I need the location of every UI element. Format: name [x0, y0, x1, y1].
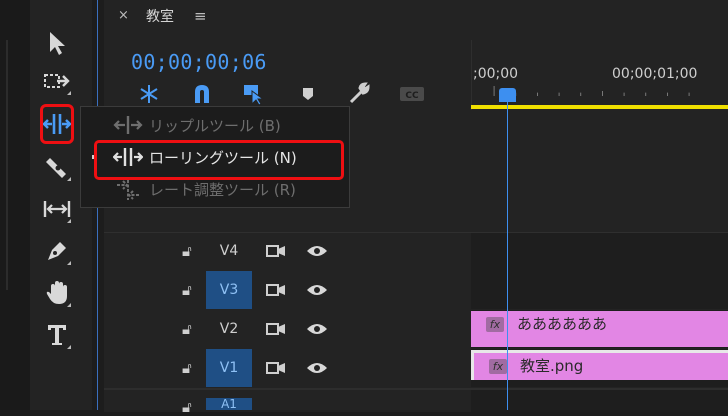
- rate-stretch-icon: [117, 180, 139, 200]
- sequence-tab-title[interactable]: 教室: [146, 6, 174, 26]
- track-header-v4: [104, 232, 471, 271]
- track-target-v4[interactable]: V4: [206, 232, 252, 270]
- sync-lock-icon[interactable]: [265, 243, 287, 259]
- track-target-v3[interactable]: V3: [206, 271, 252, 309]
- track-select-icon: [44, 74, 70, 88]
- eye-icon[interactable]: [306, 361, 328, 375]
- playhead-timecode[interactable]: 00;00;00;06: [131, 50, 267, 74]
- sync-lock-icon[interactable]: [265, 321, 287, 337]
- tool-group-indicator: [67, 177, 71, 181]
- tool-group-indicator: [67, 303, 71, 307]
- track-lane-v3[interactable]: [471, 271, 728, 309]
- captions-button[interactable]: CC: [399, 82, 425, 106]
- linked-selection-button[interactable]: [242, 82, 266, 106]
- lock-icon[interactable]: 🔓︎: [182, 320, 192, 338]
- arrow-icon: [50, 32, 65, 55]
- cc-icon: CC: [400, 87, 424, 101]
- eye-icon[interactable]: [306, 322, 328, 336]
- tool-group-indicator: [67, 91, 71, 95]
- sync-lock-icon[interactable]: [265, 282, 287, 298]
- tool-group-indicator: [67, 345, 71, 349]
- ripple-edit-icon: [113, 116, 143, 134]
- wrench-icon: [349, 82, 370, 104]
- clip-v2[interactable]: fx ああああああ: [471, 311, 728, 347]
- pen-tool[interactable]: [40, 234, 74, 268]
- menu-item-label: リップルツール (B): [149, 116, 281, 135]
- fx-badge: fx: [486, 317, 504, 332]
- linked-selection-icon: [244, 85, 265, 105]
- timeline-settings-button[interactable]: [346, 82, 372, 106]
- lock-icon[interactable]: 🔓︎: [182, 359, 192, 377]
- track-lane-a1[interactable]: [471, 388, 728, 412]
- track-target-v2[interactable]: V2: [206, 310, 252, 348]
- slip-icon: [43, 201, 71, 217]
- clip-name: ああああああ: [517, 315, 608, 333]
- track-lane-v4[interactable]: [471, 232, 728, 271]
- work-area-bar[interactable]: [471, 105, 728, 109]
- hand-icon: [46, 281, 67, 304]
- slip-tool[interactable]: [40, 192, 74, 226]
- clip-name: 教室.png: [520, 357, 584, 375]
- type-icon: [48, 325, 66, 345]
- ruler-label: ;00;00: [473, 66, 519, 82]
- annotation-highlight-menu-item: [94, 140, 344, 180]
- track-target-a1[interactable]: A1: [206, 398, 252, 410]
- menu-item-label: レート調整ツール (R): [149, 180, 296, 199]
- track-header-v1: [104, 349, 471, 387]
- lock-icon[interactable]: 🔓︎: [182, 242, 192, 260]
- svg-text:CC: CC: [405, 91, 419, 101]
- eye-icon[interactable]: [306, 283, 328, 297]
- left-scrollbar[interactable]: [6, 40, 8, 290]
- clip-v1[interactable]: fx 教室.png: [471, 350, 728, 380]
- add-marker-button[interactable]: [300, 82, 316, 106]
- nest-icon: [140, 85, 158, 103]
- lock-icon[interactable]: 🔓︎: [182, 398, 192, 416]
- menu-item-ripple-tool[interactable]: リップルツール (B): [81, 109, 349, 141]
- annotation-highlight-tool: [40, 104, 74, 144]
- snap-button[interactable]: [191, 82, 213, 106]
- sync-lock-icon[interactable]: [265, 360, 287, 376]
- track-select-tool[interactable]: [40, 64, 74, 98]
- track-header-a1: [104, 388, 471, 412]
- ruler-label: 00;00;01;00: [612, 66, 698, 82]
- tool-group-indicator: [67, 261, 71, 265]
- fx-badge: fx: [489, 359, 507, 374]
- eye-icon[interactable]: [306, 244, 328, 258]
- track-header-v3: [104, 271, 471, 309]
- tool-group-indicator: [67, 219, 71, 223]
- track-target-v1[interactable]: V1: [206, 349, 252, 387]
- lock-icon[interactable]: 🔓︎: [182, 281, 192, 299]
- magnet-icon: [195, 85, 209, 103]
- left-panel-edge: [0, 0, 30, 410]
- hand-tool[interactable]: [40, 276, 74, 310]
- playhead-line: [507, 100, 508, 410]
- razor-tool[interactable]: [40, 150, 74, 184]
- nest-sequence-button[interactable]: [138, 82, 160, 106]
- selection-tool[interactable]: [40, 26, 74, 60]
- close-icon[interactable]: ×: [118, 8, 129, 23]
- panel-menu-icon[interactable]: ≡: [194, 7, 207, 25]
- marker-icon: [303, 88, 313, 100]
- track-header-v2: [104, 310, 471, 348]
- type-tool[interactable]: [40, 318, 74, 352]
